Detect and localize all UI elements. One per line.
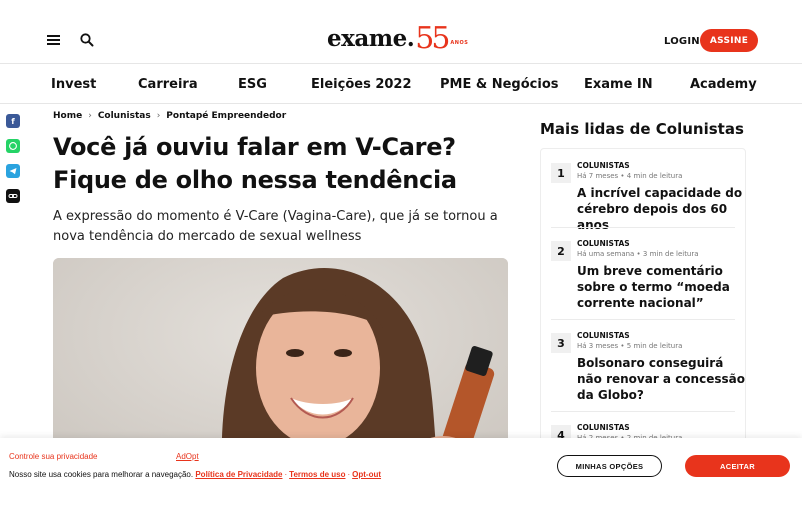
logo-word: exame.	[327, 25, 415, 52]
rank-badge: 2	[551, 241, 571, 261]
nav-item-exame-in[interactable]: Exame IN	[584, 77, 653, 92]
cookie-banner: Controle sua privacidade AdOpt Nosso sit…	[0, 438, 802, 510]
accept-button[interactable]: ACEITAR	[685, 455, 790, 477]
exame-logo[interactable]: exame. 55 ANOS	[327, 24, 468, 54]
nav-item-esg[interactable]: ESG	[238, 77, 267, 92]
logo-55: 55	[415, 21, 450, 56]
breadcrumb-home[interactable]: Home	[53, 111, 82, 121]
telegram-icon[interactable]	[6, 164, 20, 178]
cookie-message: Nosso site usa cookies para melhorar a n…	[9, 470, 194, 479]
rank-badge: 3	[551, 333, 571, 353]
optout-link[interactable]: Opt-out	[352, 470, 381, 479]
item-headline[interactable]: A incrível capacidade do cérebro depois …	[577, 185, 745, 233]
cookie-title: Controle sua privacidade	[9, 452, 98, 461]
cookie-text: Nosso site usa cookies para melhorar a n…	[9, 470, 381, 479]
site-header: exame. 55 ANOS LOGIN ASSINE	[0, 0, 802, 64]
menu-icon[interactable]	[47, 35, 60, 45]
item-meta: Há 3 meses • 5 min de leitura	[577, 342, 683, 350]
separator: ·	[347, 470, 351, 479]
item-meta: Há uma semana • 3 min de leitura	[577, 250, 699, 258]
item-category: COLUNISTAS	[577, 239, 630, 248]
adopt-link[interactable]: AdOpt	[176, 452, 199, 461]
article-subtitle: A expressão do momento é V-Care (Vagina-…	[53, 209, 498, 244]
nav-item-invest[interactable]: Invest	[51, 77, 96, 92]
main-nav: Invest Carreira ESG Eleições 2022 PME & …	[0, 64, 802, 104]
subscribe-button[interactable]: ASSINE	[700, 29, 758, 52]
my-options-button[interactable]: MINHAS OPÇÕES	[557, 455, 662, 477]
nav-item-eleicoes[interactable]: Eleições 2022	[311, 77, 412, 92]
privacy-policy-link[interactable]: Política de Privacidade	[195, 470, 282, 479]
item-category: COLUNISTAS	[577, 331, 630, 340]
nav-item-carreira[interactable]: Carreira	[138, 77, 198, 92]
item-headline[interactable]: Um breve comentário sobre o termo “moeda…	[577, 263, 745, 311]
item-meta: Há 7 meses • 4 min de leitura	[577, 172, 683, 180]
chevron-right-icon: ›	[156, 111, 161, 121]
item-category: COLUNISTAS	[577, 161, 630, 170]
terms-link[interactable]: Termos de uso	[289, 470, 345, 479]
search-icon[interactable]	[79, 32, 95, 48]
breadcrumb-column[interactable]: Pontapé Empreendedor	[166, 111, 286, 121]
rank-badge: 1	[551, 163, 571, 183]
article-title: Você já ouviu falar em V-Care? Fique de …	[53, 133, 457, 194]
divider	[551, 319, 735, 320]
item-category: COLUNISTAS	[577, 423, 630, 432]
link-icon[interactable]	[6, 189, 20, 203]
nav-item-pme[interactable]: PME & Negócios	[440, 77, 559, 92]
nav-item-academy[interactable]: Academy	[690, 77, 757, 92]
divider	[551, 227, 735, 228]
facebook-icon[interactable]: f	[6, 114, 20, 128]
divider	[551, 411, 735, 412]
breadcrumb: Home › Colunistas › Pontapé Empreendedor	[53, 111, 286, 121]
chevron-right-icon: ›	[88, 111, 92, 121]
logo-anos: ANOS	[450, 40, 469, 46]
breadcrumb-colunistas[interactable]: Colunistas	[98, 111, 151, 121]
item-headline[interactable]: Bolsonaro conseguirá não renovar a conce…	[577, 355, 745, 403]
sidebar-title: Mais lidas de Colunistas	[540, 120, 744, 138]
separator: ·	[284, 470, 288, 479]
whatsapp-icon[interactable]	[6, 139, 20, 153]
login-link[interactable]: LOGIN	[664, 36, 700, 47]
